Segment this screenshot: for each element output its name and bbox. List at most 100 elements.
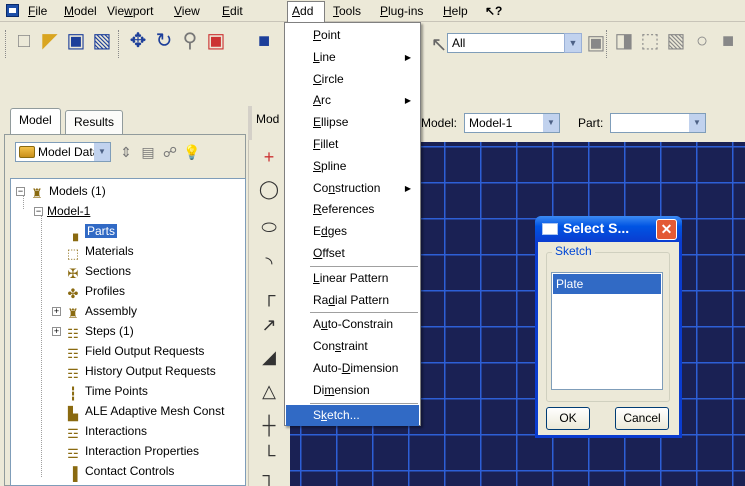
- menu-help[interactable]: Help: [443, 4, 468, 18]
- menu-item-offset[interactable]: Offset: [286, 243, 419, 264]
- ellipse-tool-icon[interactable]: ⬭: [253, 212, 285, 242]
- menu-item-constraint[interactable]: Constraint: [286, 336, 419, 357]
- menu-item-sketch[interactable]: Sketch...: [286, 404, 419, 426]
- tree-item[interactable]: ☲ Interaction Properties: [65, 441, 199, 461]
- menu-tools[interactable]: Tools: [333, 4, 361, 18]
- save-icon[interactable]: ▣: [64, 29, 88, 53]
- menu-item-circle[interactable]: Circle: [286, 69, 419, 90]
- menu-item-dimension[interactable]: Dimension: [286, 380, 419, 401]
- selection-filter-select[interactable]: All: [447, 33, 582, 53]
- collapse-icon[interactable]: −: [16, 187, 25, 196]
- partial-toolbar-icon[interactable]: ■: [252, 29, 276, 53]
- view-box-icon[interactable]: ⬚: [638, 29, 662, 53]
- app-icon[interactable]: [6, 4, 19, 17]
- print-icon[interactable]: ▧: [90, 29, 114, 53]
- sketch-options-icon[interactable]: ┐: [253, 460, 285, 486]
- menu-item-linear-pattern[interactable]: Linear Pattern: [286, 268, 419, 289]
- menu-item-auto-constrain[interactable]: Auto-Constrain: [286, 314, 419, 335]
- tree-item[interactable]: − Model-1: [34, 201, 90, 221]
- pan-icon[interactable]: ✥: [126, 29, 150, 53]
- toolbar-grip[interactable]: [118, 30, 121, 58]
- sort-icon[interactable]: ⇕: [117, 143, 135, 161]
- tree-item[interactable]: − ♜ Models (1): [16, 181, 106, 201]
- cancel-button[interactable]: Cancel: [615, 407, 669, 430]
- circle-tool-icon[interactable]: ◯: [253, 174, 285, 204]
- box-zoom-icon[interactable]: ▣: [204, 29, 228, 53]
- new-file-icon[interactable]: □: [12, 29, 36, 53]
- menu-item-references[interactable]: References: [286, 199, 419, 220]
- tree-filter-icon[interactable]: ☍: [161, 143, 179, 161]
- chevron-down-icon[interactable]: ▼: [94, 143, 110, 161]
- toolbar-grip[interactable]: [5, 30, 8, 58]
- model-select[interactable]: Model-1 ▼: [464, 113, 560, 133]
- tree-item[interactable]: + ☷ Steps (1): [52, 321, 134, 341]
- menu-item-label: Radial Pattern: [313, 292, 390, 307]
- chevron-down-icon[interactable]: ▼: [689, 114, 705, 132]
- sketch-list[interactable]: Plate: [551, 272, 663, 390]
- close-icon[interactable]: ✕: [656, 219, 677, 240]
- menu-item-arc[interactable]: Arc ▶: [286, 90, 419, 111]
- menu-item-edges[interactable]: Edges: [286, 221, 419, 242]
- ok-button[interactable]: OK: [546, 407, 590, 430]
- menu-item-auto-dimension[interactable]: Auto-Dimension: [286, 358, 419, 379]
- expand-icon[interactable]: +: [52, 327, 61, 336]
- menu-plug-ins[interactable]: Plug-ins: [380, 4, 423, 18]
- construction-tool-icon[interactable]: ◢: [253, 342, 285, 372]
- tree-up-icon[interactable]: ▤: [139, 143, 157, 161]
- tree-item[interactable]: ☶ Field Output Requests: [65, 341, 204, 361]
- create-point-icon[interactable]: +: [253, 142, 285, 172]
- tree-item-label: Assembly: [85, 304, 138, 318]
- lightbulb-icon[interactable]: 💡: [183, 143, 201, 161]
- tree-item[interactable]: ▙ ALE Adaptive Mesh Const: [65, 401, 224, 421]
- menu-edit[interactable]: Edit: [222, 4, 243, 18]
- menu-model[interactable]: Model: [64, 4, 97, 18]
- toolbar-grip[interactable]: [606, 30, 609, 58]
- view-more-icon[interactable]: ■: [716, 29, 740, 53]
- collapse-icon[interactable]: −: [34, 207, 43, 216]
- zoom-icon[interactable]: ⚲: [178, 29, 202, 53]
- dimension-tool-icon[interactable]: ┼: [253, 410, 285, 440]
- view-query-icon[interactable]: ○: [690, 29, 714, 53]
- menu-item-radial-pattern[interactable]: Radial Pattern: [286, 290, 419, 311]
- tab-model[interactable]: Model: [10, 108, 61, 134]
- rotate-icon[interactable]: ↻: [152, 29, 176, 53]
- tab-results[interactable]: Results: [65, 110, 124, 134]
- chevron-down-icon[interactable]: ▼: [564, 33, 582, 53]
- selection-options-icon[interactable]: ▣: [584, 31, 608, 55]
- open-folder-icon[interactable]: ◤: [38, 29, 62, 53]
- menu-item-line[interactable]: Line ▶: [286, 47, 419, 68]
- tree-item[interactable]: ✠ Sections: [65, 261, 131, 281]
- dialog-title-bar[interactable]: Select S... ✕: [535, 216, 682, 242]
- menu-item-fillet[interactable]: Fillet: [286, 134, 419, 155]
- menu-item-construction[interactable]: Construction ▶: [286, 178, 419, 199]
- view-manip-icon[interactable]: ◨: [612, 29, 636, 53]
- menu-add[interactable]: Add: [292, 4, 313, 18]
- spline-tool-icon[interactable]: ↗: [253, 310, 285, 340]
- menu-view[interactable]: View: [174, 4, 200, 18]
- whats-this-button[interactable]: ↖?: [485, 4, 502, 18]
- model-data-select[interactable]: Model Data ▼: [15, 142, 111, 162]
- menu-item-point[interactable]: Point: [286, 25, 419, 46]
- expand-icon[interactable]: +: [52, 307, 61, 316]
- menu-item-ellipse[interactable]: Ellipse: [286, 112, 419, 133]
- menu-file[interactable]: File: [28, 4, 47, 18]
- list-item[interactable]: Plate: [553, 274, 661, 294]
- offset-tool-icon[interactable]: △: [253, 376, 285, 406]
- tree-item[interactable]: + ♜ Assembly: [52, 301, 138, 321]
- view-link-icon[interactable]: ▧: [664, 29, 688, 53]
- tree-item[interactable]: ⬚ Materials: [65, 241, 134, 261]
- part-select[interactable]: ▼: [610, 113, 706, 133]
- menu-item-label: Circle: [313, 71, 344, 86]
- menu-item-spline[interactable]: Spline: [286, 156, 419, 177]
- tree-item[interactable]: ☲ Interactions: [65, 421, 147, 441]
- tree-item[interactable]: ▗ Parts: [65, 221, 118, 241]
- chevron-down-icon[interactable]: ▼: [543, 114, 559, 132]
- tree-item[interactable]: ☶ History Output Requests: [65, 361, 216, 381]
- arc-tool-icon[interactable]: ◝: [253, 248, 285, 278]
- add-menu-dropdown: Point Line ▶ Circle Arc ▶ Ellipse Fillet Spline C…: [284, 22, 421, 426]
- tree-item[interactable]: ┇ Time Points: [65, 381, 148, 401]
- tree-item[interactable]: ▐ Contact Controls: [65, 461, 174, 481]
- menu-viewport[interactable]: Viewport: [107, 4, 154, 18]
- fillet-tool-icon[interactable]: ┌: [253, 280, 285, 310]
- tree-item[interactable]: ✤ Profiles: [65, 281, 125, 301]
